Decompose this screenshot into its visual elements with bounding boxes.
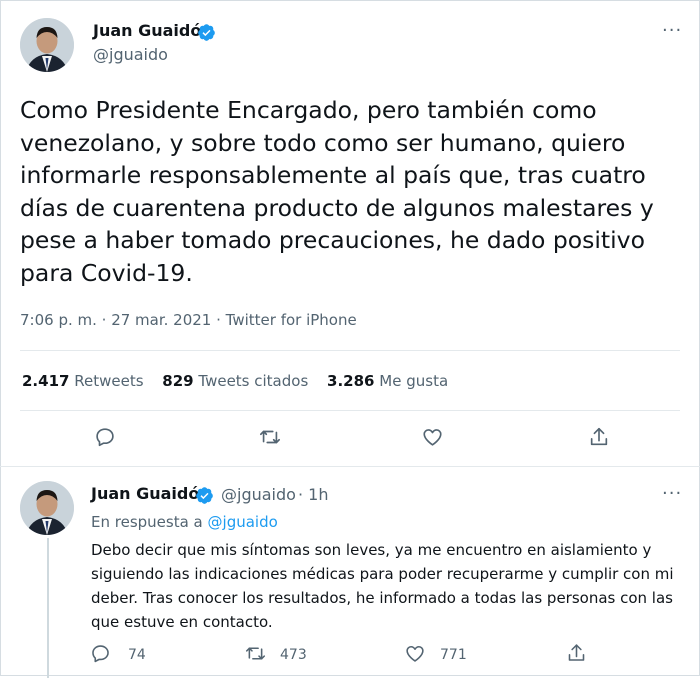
more-options-icon[interactable]: ···: [662, 485, 682, 503]
reply-author-handle[interactable]: @jguaido: [221, 485, 296, 504]
in-reply-to: En respuesta a @jguaido: [91, 513, 278, 531]
reply-time[interactable]: · 1h: [298, 485, 329, 504]
more-options-icon[interactable]: ···: [662, 22, 682, 40]
retweets-count: 2.417: [22, 372, 70, 390]
author-name[interactable]: Juan Guaidó: [93, 21, 201, 40]
retweet-icon[interactable]: [258, 426, 282, 448]
reply-icon[interactable]: [94, 426, 116, 448]
verified-badge-icon: [198, 24, 215, 41]
like-icon[interactable]: [421, 426, 444, 448]
reply-text: Debo decir que mis síntomas son leves, y…: [91, 541, 674, 631]
in-reply-to-handle-link[interactable]: @jguaido: [208, 513, 278, 531]
verified-badge-icon: [196, 487, 213, 504]
retweets-label: Retweets: [74, 372, 144, 390]
divider: [20, 350, 680, 351]
reply-author-avatar[interactable]: [20, 481, 74, 535]
likes-count: 3.286: [327, 372, 375, 390]
reply-author-name[interactable]: Juan Guaidó: [91, 484, 199, 503]
tweet-separator: [0, 466, 700, 467]
in-reply-to-prefix: En respuesta a: [91, 513, 203, 531]
share-icon[interactable]: [566, 642, 587, 664]
quotes-label: Tweets citados: [198, 372, 309, 390]
divider: [20, 410, 680, 411]
quotes-count: 829: [162, 372, 194, 390]
thread-line: [47, 538, 49, 678]
engagement-stats: 2.417 Retweets 829 Tweets citados 3.286 …: [22, 372, 462, 390]
reply-count: 74: [128, 647, 146, 663]
author-handle[interactable]: @jguaido: [93, 45, 168, 64]
quotes-stat[interactable]: 829 Tweets citados: [162, 372, 308, 390]
like-count: 771: [440, 647, 467, 663]
reply-icon[interactable]: [90, 643, 111, 664]
retweet-icon[interactable]: [244, 643, 267, 664]
likes-stat[interactable]: 3.286 Me gusta: [327, 372, 448, 390]
tweet-text: Como Presidente Encargado, pero también …: [20, 96, 654, 287]
like-icon[interactable]: [404, 643, 426, 664]
retweet-count: 473: [280, 647, 307, 663]
tweet-timestamp[interactable]: 7:06 p. m. · 27 mar. 2021 · Twitter for …: [20, 311, 357, 329]
author-avatar[interactable]: [20, 18, 74, 72]
likes-label: Me gusta: [379, 372, 449, 390]
share-icon[interactable]: [588, 425, 610, 449]
retweets-stat[interactable]: 2.417 Retweets: [22, 372, 144, 390]
